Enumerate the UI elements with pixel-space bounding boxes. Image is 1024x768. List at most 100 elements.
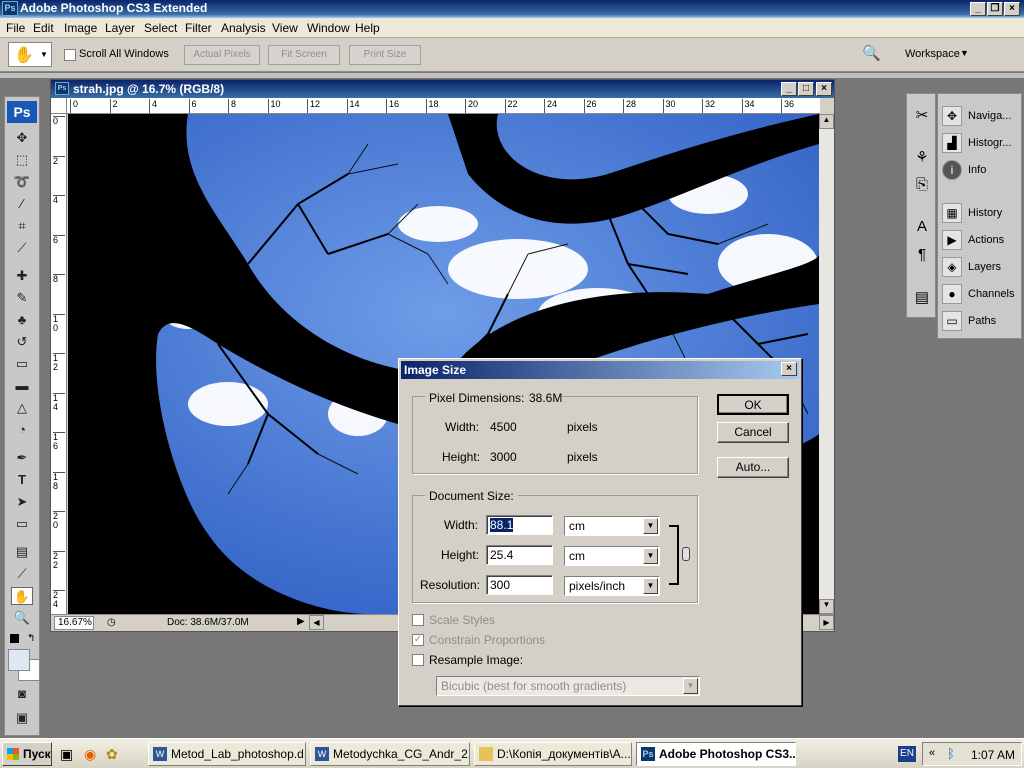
- cancel-button[interactable]: Cancel: [717, 422, 789, 443]
- status-arrow-icon[interactable]: ▶: [297, 616, 305, 627]
- lasso-tool-icon[interactable]: ➰: [11, 173, 33, 191]
- clone-source-icon[interactable]: ⎘: [911, 176, 933, 198]
- paragraph-icon[interactable]: ¶: [911, 246, 933, 268]
- print-size-button[interactable]: Print Size: [349, 45, 421, 65]
- doc-height-unit-select[interactable]: cm ▼: [564, 546, 660, 566]
- workspace-menu[interactable]: Workspace: [905, 48, 960, 60]
- tool-preset-picker[interactable]: ✋ ▼: [8, 42, 52, 67]
- brush-tool-icon[interactable]: ✎: [11, 289, 33, 307]
- scroll-left-icon[interactable]: ◀: [309, 615, 324, 630]
- show-desktop-icon[interactable]: ▣: [60, 746, 73, 763]
- fit-screen-button[interactable]: Fit Screen: [268, 45, 340, 65]
- foreground-color-swatch[interactable]: [8, 649, 30, 671]
- scroll-down-icon[interactable]: ▼: [819, 599, 834, 614]
- type-tool-icon[interactable]: T: [11, 471, 33, 489]
- ok-button[interactable]: OK: [717, 394, 789, 415]
- character-icon[interactable]: A: [911, 218, 933, 240]
- menu-view[interactable]: View: [272, 21, 298, 35]
- clone-stamp-tool-icon[interactable]: ♣: [11, 311, 33, 329]
- tools-preset-icon[interactable]: ✂: [911, 106, 933, 128]
- menu-layer[interactable]: Layer: [105, 21, 135, 35]
- auto-button[interactable]: Auto...: [717, 457, 789, 478]
- minimize-button[interactable]: _: [970, 2, 986, 16]
- constrain-proportions-checkbox[interactable]: ✓: [412, 634, 424, 646]
- task-folder[interactable]: D:\Копія_документів\A...: [474, 742, 632, 766]
- panel-info[interactable]: i Info: [940, 158, 1020, 183]
- swap-colors-icon[interactable]: ↰: [27, 633, 35, 644]
- slice-tool-icon[interactable]: ⟋: [11, 239, 33, 257]
- start-button[interactable]: Пуск: [2, 742, 52, 766]
- tray-expand-icon[interactable]: «: [929, 747, 935, 759]
- menu-window[interactable]: Window: [307, 21, 350, 35]
- menu-help[interactable]: Help: [355, 21, 380, 35]
- menu-file[interactable]: File: [6, 21, 25, 35]
- language-indicator[interactable]: EN: [898, 746, 916, 762]
- shape-tool-icon[interactable]: ▭: [11, 515, 33, 533]
- scale-styles-checkbox[interactable]: [412, 614, 424, 626]
- doc-height-input[interactable]: 25.4: [486, 545, 553, 565]
- resolution-input[interactable]: 300: [486, 575, 553, 595]
- path-selection-tool-icon[interactable]: ➤: [11, 493, 33, 511]
- resolution-unit-select[interactable]: pixels/inch ▼: [564, 576, 660, 596]
- panel-channels[interactable]: ● Channels: [940, 282, 1020, 307]
- panel-actions[interactable]: ▶ Actions: [940, 228, 1020, 253]
- task-photoshop[interactable]: Ps Adobe Photoshop CS3...: [636, 742, 796, 766]
- panel-paths[interactable]: ▭ Paths: [940, 309, 1020, 334]
- healing-brush-tool-icon[interactable]: ✚: [11, 267, 33, 285]
- scroll-up-icon[interactable]: ▲: [819, 114, 834, 129]
- restore-button[interactable]: ❐: [987, 2, 1003, 16]
- menu-image[interactable]: Image: [64, 21, 97, 35]
- dodge-tool-icon[interactable]: ◔: [11, 421, 33, 439]
- doc-minimize-button[interactable]: _: [781, 82, 797, 96]
- doc-width-input[interactable]: 88.1: [486, 515, 553, 535]
- ruler-origin[interactable]: [51, 98, 67, 114]
- screen-mode-icon[interactable]: ▣: [11, 709, 33, 727]
- task-metod-lab[interactable]: W Metod_Lab_photoshop.d...: [148, 742, 306, 766]
- bluetooth-icon[interactable]: ᛒ: [947, 746, 955, 761]
- panel-layers[interactable]: ◈ Layers: [940, 255, 1020, 280]
- panel-histogram[interactable]: ▟ Histogr...: [940, 131, 1020, 156]
- magic-wand-tool-icon[interactable]: ⁄: [11, 195, 33, 213]
- notes-tool-icon[interactable]: ▤: [11, 543, 33, 561]
- menu-select[interactable]: Select: [144, 21, 177, 35]
- gradient-tool-icon[interactable]: ▬: [11, 377, 33, 395]
- default-colors-icon[interactable]: [10, 634, 19, 643]
- close-button[interactable]: ×: [1004, 2, 1020, 16]
- task-metodychka[interactable]: W Metodychka_CG_Andr_2...: [310, 742, 470, 766]
- doc-maximize-button[interactable]: □: [798, 82, 814, 96]
- actual-pixels-button[interactable]: Actual Pixels: [184, 45, 260, 65]
- marquee-tool-icon[interactable]: ⬚: [11, 151, 33, 169]
- dialog-close-button[interactable]: ×: [781, 362, 797, 376]
- menu-filter[interactable]: Filter: [185, 21, 212, 35]
- quick-mask-icon[interactable]: ◙: [11, 685, 33, 703]
- doc-close-button[interactable]: ×: [816, 82, 832, 96]
- doc-width-unit-select[interactable]: cm ▼: [564, 516, 660, 536]
- brushes-icon[interactable]: ⚘: [911, 148, 933, 170]
- move-tool-icon[interactable]: ✥: [11, 129, 33, 147]
- zoom-field[interactable]: 16.67%: [54, 616, 94, 630]
- vertical-scrollbar[interactable]: ▲ ▼: [819, 114, 834, 614]
- horizontal-ruler[interactable]: 0 2 4 6 8 10 12 14 16 18 20 22 24 26 28 30 32 34 36: [67, 98, 820, 114]
- panel-history[interactable]: ▦ History: [940, 201, 1020, 226]
- eyedropper-tool-icon[interactable]: ⟋: [11, 565, 33, 583]
- blur-tool-icon[interactable]: △: [11, 399, 33, 417]
- layer-comps-icon[interactable]: ▤: [911, 288, 933, 310]
- crop-tool-icon[interactable]: ⌗: [11, 217, 33, 235]
- pen-tool-icon[interactable]: ✒: [11, 449, 33, 467]
- resample-method-select[interactable]: Bicubic (best for smooth gradients) ▼: [436, 676, 700, 696]
- document-title-bar[interactable]: Ps strah.jpg @ 16.7% (RGB/8) _ □ ×: [51, 80, 834, 98]
- menu-edit[interactable]: Edit: [33, 21, 54, 35]
- scroll-all-windows-checkbox[interactable]: [64, 49, 76, 61]
- app-launcher-icon[interactable]: ✿: [106, 746, 118, 763]
- panel-navigator[interactable]: ✥ Naviga...: [940, 104, 1020, 129]
- firefox-icon[interactable]: ◉: [84, 746, 96, 763]
- menu-analysis[interactable]: Analysis: [221, 21, 266, 35]
- dialog-title-bar[interactable]: Image Size ×: [401, 361, 799, 379]
- status-menu-icon[interactable]: ◷: [107, 617, 116, 628]
- history-brush-tool-icon[interactable]: ↺: [11, 333, 33, 351]
- eraser-tool-icon[interactable]: ▭: [11, 355, 33, 373]
- zoom-tool-icon[interactable]: 🔍: [11, 609, 33, 627]
- bridge-icon[interactable]: 🔍: [862, 44, 888, 66]
- hand-tool-icon[interactable]: ✋: [11, 587, 33, 605]
- vertical-ruler[interactable]: 0 2 4 6 8 1 0 1 2 1 4 1 6 1 8 2 0 2 2 2 4: [51, 114, 67, 614]
